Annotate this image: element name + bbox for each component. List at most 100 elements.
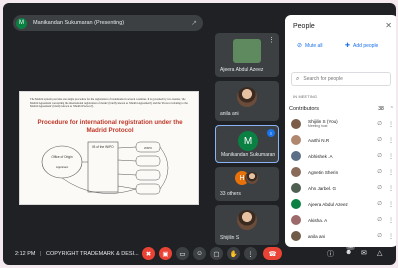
search-input[interactable] xyxy=(303,76,384,82)
more-options-icon[interactable]: ⋮ xyxy=(388,169,394,176)
search-box[interactable]: ⌕ xyxy=(291,72,391,86)
list-item[interactable]: Akisha. A ∅ ⋮ xyxy=(291,212,394,228)
diagram-label-origin: Office of Origin xyxy=(51,155,72,159)
mic-off-icon: ∅ xyxy=(377,153,382,159)
people-panel: People ✕ ⊘ Mute all ✚ Add people ⌕ IN ME… xyxy=(285,15,396,247)
mic-off-icon: ⊘ xyxy=(297,43,303,49)
avatar xyxy=(245,171,259,185)
shared-slide: The Madrid system provides one single pr… xyxy=(19,91,199,205)
mic-off-icon: ∅ xyxy=(377,217,382,223)
panel-title: People xyxy=(293,23,315,30)
person-role: Meeting host xyxy=(308,124,328,128)
mic-off-icon: ∅ xyxy=(377,185,382,191)
activities-icon[interactable]: △ xyxy=(377,249,382,257)
person-name: Akisha. A xyxy=(308,217,328,223)
leave-call-button[interactable]: ☎ xyxy=(263,247,282,260)
slide-title: Procedure for international registration… xyxy=(37,119,183,134)
participant-name: Ajeera Abdul Azeez xyxy=(220,67,264,73)
participant-name: Manikandan Sukumaran xyxy=(221,152,276,158)
avatar xyxy=(291,231,301,241)
others-count: 33 others xyxy=(220,191,241,197)
mic-off-icon: ∅ xyxy=(377,121,382,127)
person-name: Ajeera Abdul Azeez xyxy=(308,201,348,207)
presenter-bar[interactable]: M Manikandan Sukumaran (Presenting) ↗ xyxy=(13,15,203,31)
add-people-button[interactable]: ✚ Add people xyxy=(345,39,378,52)
meeting-time: 2:12 PM | COPYRIGHT TRADEMARK & DESI... xyxy=(15,251,139,257)
meeting-title: COPYRIGHT TRADEMARK & DESI... xyxy=(45,251,139,257)
avatar xyxy=(237,210,257,230)
contributors-count: 38 xyxy=(378,105,384,112)
person-name: anila ani xyxy=(308,233,326,239)
participant-name: Shijilin S xyxy=(220,235,240,241)
mic-off-icon: ∅ xyxy=(377,169,382,175)
meet-window: M Manikandan Sukumaran (Presenting) ↗ Th… xyxy=(3,3,396,265)
close-icon[interactable]: ✕ xyxy=(385,21,392,30)
list-item[interactable]: Aarthi N.R ∅ ⋮ xyxy=(291,132,394,148)
avatar xyxy=(291,119,301,129)
chat-icon[interactable]: ✉ xyxy=(361,249,367,257)
pin-icon[interactable]: ↗ xyxy=(191,19,197,27)
more-options-icon[interactable]: ⋮ xyxy=(388,185,394,192)
list-item[interactable]: Shijilin S (You) Meeting host ∅ ⋮ xyxy=(291,116,394,132)
captions-button[interactable]: ▭ xyxy=(176,247,189,260)
avatar xyxy=(291,135,301,145)
avatar xyxy=(291,215,301,225)
mic-off-button[interactable]: ✖ xyxy=(142,247,155,260)
diagram-label-applicant: Applicant xyxy=(56,165,69,169)
participant-tile[interactable]: anila ani xyxy=(215,81,279,121)
person-name: Abhishek .A xyxy=(308,153,333,159)
list-item[interactable]: anila ani ∅ ⋮ xyxy=(291,228,394,244)
mic-off-icon: ∅ xyxy=(377,201,382,207)
raise-hand-button[interactable]: ✋ xyxy=(227,247,240,260)
contributors-label: Contributors xyxy=(289,105,319,112)
mic-off-icon: ∅ xyxy=(377,233,382,239)
speaking-indicator-icon: ≡ xyxy=(267,129,275,137)
more-options-icon[interactable]: ⋮ xyxy=(388,217,394,224)
present-button[interactable]: ▢ xyxy=(210,247,223,260)
bottom-bar: 2:12 PM | COPYRIGHT TRADEMARK & DESI... … xyxy=(3,244,396,265)
more-options-icon[interactable]: ⋮ xyxy=(388,137,394,144)
people-icon[interactable]: ☻ xyxy=(345,249,352,256)
participant-tile[interactable]: Shijilin S xyxy=(215,205,279,245)
list-item[interactable]: Agnetin Sherin ∅ ⋮ xyxy=(291,164,394,180)
mic-off-icon: ∅ xyxy=(377,137,382,143)
list-item[interactable]: Ahn Jarbel. G ∅ ⋮ xyxy=(291,180,394,196)
chevron-up-icon[interactable]: ⌃ xyxy=(390,106,394,112)
participant-name: anila ani xyxy=(220,111,239,117)
diagram-label-ib: IB of the WIPO xyxy=(92,145,114,149)
camera-off-button[interactable]: ▣ xyxy=(159,247,172,260)
more-options-icon[interactable]: ⋮ xyxy=(388,201,394,208)
more-options-icon[interactable]: ⋮ xyxy=(388,121,394,128)
emoji-button[interactable]: ☺ xyxy=(193,247,206,260)
slide-body-text: The Madrid system provides one single pr… xyxy=(30,98,188,109)
time-label: 2:12 PM xyxy=(15,251,36,257)
section-heading: IN MEETING xyxy=(293,95,318,99)
add-people-label: Add people xyxy=(353,42,379,49)
avatar xyxy=(291,199,301,209)
more-options-button[interactable]: ⋮ xyxy=(244,247,257,260)
more-options-icon[interactable]: ⋮ xyxy=(268,36,275,44)
mute-all-button[interactable]: ⊘ Mute all xyxy=(297,39,323,52)
diagram-label-wipo: WIPO xyxy=(144,146,153,150)
presenter-label: Manikandan Sukumaran (Presenting) xyxy=(33,20,125,26)
person-name: Aarthi N.R xyxy=(308,137,330,143)
add-person-icon: ✚ xyxy=(345,43,351,49)
participant-tile-active[interactable]: M ≡ Manikandan Sukumaran xyxy=(215,125,279,163)
avatar xyxy=(291,167,301,177)
info-icon[interactable]: ⓘ xyxy=(327,249,334,259)
avatar xyxy=(291,151,301,161)
participant-tile[interactable]: ⋮ Ajeera Abdul Azeez xyxy=(215,33,279,77)
list-item[interactable]: Abhishek .A ∅ ⋮ xyxy=(291,148,394,164)
more-options-icon[interactable]: ⋮ xyxy=(388,153,394,160)
others-tile[interactable]: H 33 others xyxy=(215,167,279,201)
avatar xyxy=(237,87,257,107)
more-options-icon[interactable]: ⋮ xyxy=(388,233,394,240)
mute-all-label: Mute all xyxy=(305,42,323,49)
avatar: M xyxy=(238,131,258,151)
contributors-header[interactable]: Contributors 38 ⌃ xyxy=(289,102,394,115)
process-diagram: Office of Origin IB of the WIPO WIPO App… xyxy=(41,141,169,195)
avatar xyxy=(291,183,301,193)
person-name: Ahn Jarbel. G xyxy=(308,185,337,191)
person-name: Shijilin S (You) Meeting host xyxy=(308,119,360,129)
list-item[interactable]: Ajeera Abdul Azeez ∅ ⋮ xyxy=(291,196,394,212)
